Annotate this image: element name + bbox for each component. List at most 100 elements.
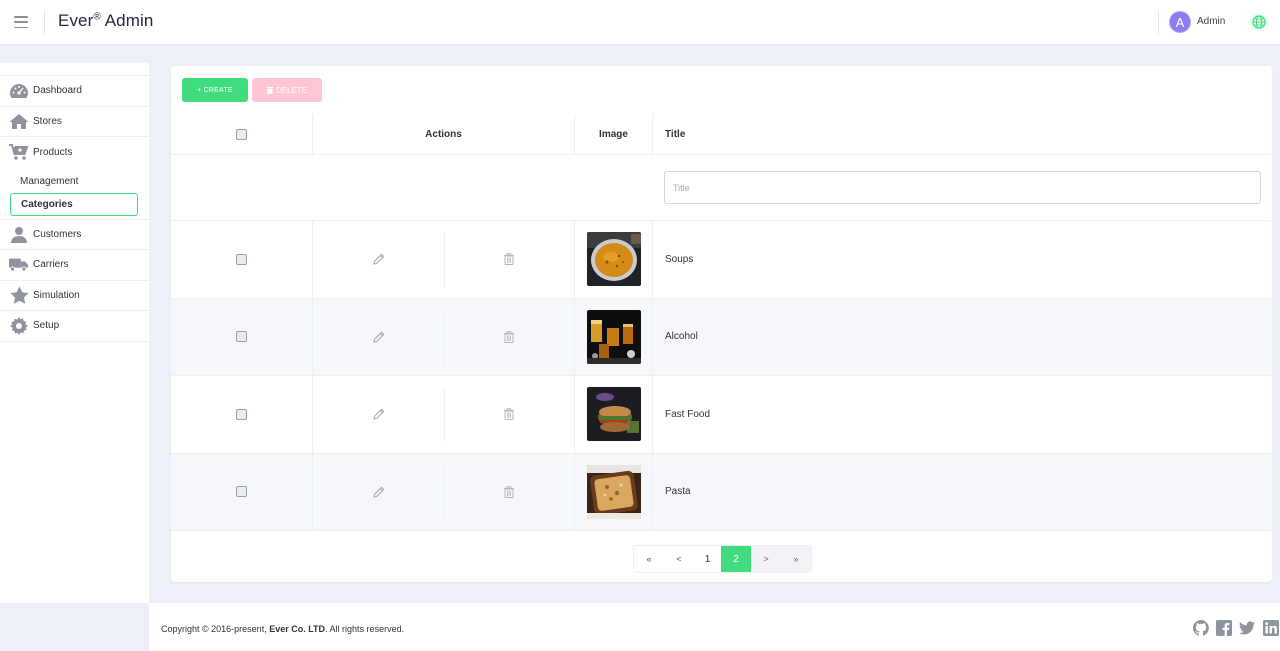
title-cell: Pasta — [653, 454, 1272, 531]
page-next[interactable]: > — [751, 546, 781, 572]
image-cell — [575, 221, 653, 298]
title-cell: Alcohol — [653, 299, 1272, 376]
linkedin-icon[interactable] — [1263, 620, 1279, 636]
copyright: Copyright © 2016-present, Ever Co. LTD. … — [161, 624, 405, 634]
header-divider — [44, 10, 45, 34]
trash-icon — [266, 86, 273, 94]
sidebar-item-stores[interactable]: Stores — [0, 107, 149, 137]
table-row: Alcohol — [171, 298, 1272, 376]
create-button[interactable]: + CREATE — [182, 78, 248, 102]
sidebar-item-label: Customers — [33, 228, 82, 240]
edit-pencil-icon[interactable] — [372, 408, 385, 420]
github-icon[interactable] — [1193, 620, 1209, 636]
menu-toggle-icon[interactable] — [14, 15, 28, 29]
person-icon — [9, 225, 29, 243]
sidebar-subitem-categories[interactable]: Categories — [10, 192, 138, 216]
sidebar-item-products[interactable]: Products — [0, 137, 149, 168]
row-select-cell — [171, 376, 313, 453]
filter-row — [171, 155, 1272, 221]
trash-icon[interactable] — [503, 408, 515, 421]
category-title: Pasta — [665, 486, 691, 498]
top-header: Ever® Admin A Admin — [0, 0, 1280, 45]
category-title: Alcohol — [665, 331, 698, 343]
title-filter-input[interactable] — [664, 171, 1261, 204]
categories-card: + CREATE DELETE Actions Image Title Titl… — [171, 66, 1272, 582]
trash-icon[interactable] — [503, 253, 515, 266]
twitter-icon[interactable] — [1239, 620, 1255, 636]
delete-button[interactable]: DELETE — [252, 78, 322, 102]
theme-globe-icon[interactable] — [1249, 12, 1269, 32]
delete-label: DELETE — [275, 85, 308, 95]
fast-food-image — [586, 387, 641, 442]
app-logo[interactable]: Ever® Admin — [58, 11, 153, 31]
alcohol-image — [586, 309, 641, 364]
row-checkbox[interactable] — [236, 408, 247, 420]
edit-cell — [313, 454, 444, 531]
row-checkbox[interactable] — [236, 253, 247, 265]
facebook-icon[interactable] — [1216, 620, 1232, 636]
delete-cell — [444, 376, 575, 453]
dashboard-icon — [9, 82, 29, 100]
footer: Copyright © 2016-present, Ever Co. LTD. … — [149, 603, 1280, 651]
gear-icon — [9, 316, 29, 335]
home-icon — [9, 112, 29, 130]
table-row: Pasta — [171, 453, 1272, 531]
truck-icon — [9, 256, 29, 274]
sidebar-item-simulation[interactable]: Simulation — [0, 281, 149, 311]
pasta-image — [586, 464, 641, 519]
sidebar-subitem-management[interactable]: Management — [0, 170, 149, 193]
page-first[interactable]: « — [634, 546, 664, 572]
image-cell — [575, 376, 653, 453]
pagination: « < 1 2 > » — [633, 545, 812, 573]
avatar[interactable]: A — [1169, 11, 1191, 33]
trash-icon[interactable] — [503, 330, 515, 343]
page-1[interactable]: 1 — [694, 546, 721, 572]
delete-cell — [444, 221, 575, 298]
table-header-row: Actions Image Title — [171, 114, 1272, 155]
sidebar-item-setup[interactable]: Setup — [0, 311, 149, 342]
trash-icon[interactable] — [503, 485, 515, 498]
header-select-cell — [171, 114, 313, 154]
row-checkbox[interactable] — [236, 331, 247, 343]
header-title[interactable]: Title — [653, 114, 1272, 154]
soup-image — [586, 232, 641, 287]
row-select-cell — [171, 298, 313, 375]
company-link[interactable]: Ever Co. LTD — [269, 624, 325, 634]
row-select-cell — [171, 453, 313, 530]
table-row: Fast Food — [171, 376, 1272, 454]
sidebar: Dashboard Stores Products Management Cat… — [0, 63, 149, 603]
star-icon — [9, 286, 29, 304]
page-last[interactable]: » — [781, 546, 811, 572]
page-prev[interactable]: < — [664, 546, 694, 572]
edit-cell — [313, 299, 444, 376]
sidebar-item-label: Setup — [33, 320, 60, 332]
select-all-checkbox[interactable] — [236, 128, 247, 140]
edit-cell — [313, 376, 444, 453]
cart-icon — [9, 143, 29, 161]
sidebar-item-carriers[interactable]: Carriers — [0, 250, 149, 281]
user-name[interactable]: Admin — [1197, 16, 1225, 27]
category-title: Soups — [665, 253, 694, 265]
edit-pencil-icon[interactable] — [372, 331, 385, 343]
user-divider — [1158, 10, 1159, 34]
sidebar-item-dashboard[interactable]: Dashboard — [0, 76, 149, 107]
sidebar-item-customers[interactable]: Customers — [0, 220, 149, 250]
image-cell — [575, 298, 653, 375]
sidebar-item-label: Carriers — [33, 259, 69, 271]
page-2[interactable]: 2 — [721, 546, 751, 572]
edit-cell — [313, 221, 444, 298]
title-cell: Fast Food — [653, 376, 1272, 453]
edit-pencil-icon[interactable] — [372, 486, 385, 498]
row-checkbox[interactable] — [236, 486, 247, 498]
header-image: Image — [575, 114, 653, 154]
sidebar-item-label: Dashboard — [33, 85, 82, 97]
table-row: Soups — [171, 221, 1272, 299]
edit-pencil-icon[interactable] — [372, 253, 385, 265]
sidebar-item-label: Products — [33, 146, 73, 158]
title-cell: Soups — [653, 221, 1272, 298]
sidebar-item-label: Simulation — [33, 289, 80, 301]
image-cell — [575, 453, 653, 530]
sidebar-item-label: Stores — [33, 115, 62, 127]
category-title: Fast Food — [665, 408, 711, 420]
row-select-cell — [171, 221, 313, 298]
